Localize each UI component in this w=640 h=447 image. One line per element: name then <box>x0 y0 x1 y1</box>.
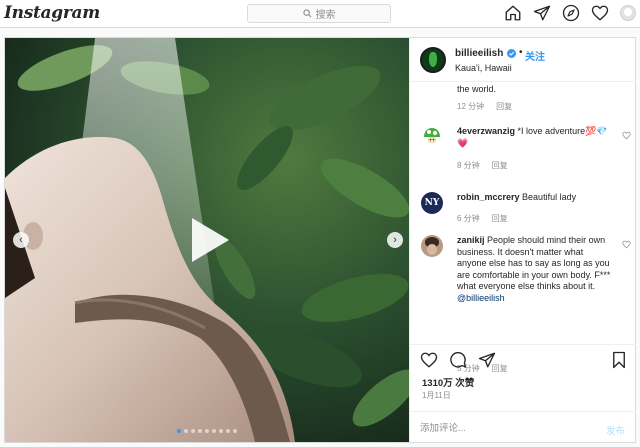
caption-reply-button[interactable]: 回复 <box>496 102 512 111</box>
comment-username[interactable]: zanikij <box>457 235 485 245</box>
comment-reply-button[interactable]: 回复 <box>492 214 508 223</box>
comment-username[interactable]: robin_mccrery <box>457 192 520 202</box>
comment-icon[interactable] <box>449 351 467 369</box>
commenter-avatar[interactable] <box>421 125 443 147</box>
add-comment-bar: 发布 <box>410 411 636 443</box>
activity-heart-icon[interactable] <box>591 4 609 22</box>
comment-time: 6 分钟 <box>457 214 480 223</box>
carousel-dot <box>191 429 195 433</box>
nav-icons <box>504 4 636 22</box>
top-nav: Instagram 搜索 <box>0 0 640 28</box>
carousel-dot <box>226 429 230 433</box>
carousel-dot <box>205 429 209 433</box>
commenter-avatar[interactable]: NY <box>421 192 443 214</box>
comment-body: zanikij People should mind their own bus… <box>457 235 615 304</box>
header-separator: • <box>519 47 523 58</box>
post-comment-button[interactable]: 发布 <box>606 423 625 437</box>
comment-meta: 8 分钟 回复 <box>457 160 508 171</box>
caption-meta: 12 分钟 回复 <box>457 101 512 112</box>
share-icon[interactable] <box>478 351 496 369</box>
chevron-right-icon: › <box>393 233 397 246</box>
likes-count[interactable]: 1310万 次赞 <box>422 375 474 389</box>
comment-like-icon[interactable] <box>622 131 631 140</box>
search-placeholder: 搜索 <box>315 10 336 21</box>
carousel-dots <box>177 429 237 433</box>
action-icons <box>420 351 496 369</box>
chevron-left-icon: ‹ <box>19 233 23 246</box>
carousel-dot <box>212 429 216 433</box>
comment-username[interactable]: 4everzwanzig <box>457 126 515 136</box>
carousel-dot <box>219 429 223 433</box>
post-media[interactable]: ‹ › <box>5 38 409 442</box>
post-date: 1月11日 <box>422 391 451 400</box>
comment-input[interactable] <box>420 420 580 436</box>
play-icon[interactable] <box>188 215 232 265</box>
profile-avatar[interactable] <box>620 5 636 21</box>
like-heart-icon[interactable] <box>420 351 438 369</box>
commenter-avatar[interactable] <box>421 235 443 257</box>
caption-time: 12 分钟 <box>457 102 485 111</box>
author-username[interactable]: billieeilish <box>455 48 503 59</box>
direct-message-icon[interactable] <box>533 4 551 22</box>
comment-body: 4everzwanzig *I love adventure💯💎💗 <box>457 126 615 149</box>
carousel-dot <box>184 429 188 433</box>
carousel-dot <box>198 429 202 433</box>
bookmark-icon[interactable] <box>610 351 628 369</box>
post-location[interactable]: Kaua'i, Hawaii <box>455 63 512 73</box>
comment-body: robin_mccrery Beautiful lady <box>457 192 615 204</box>
search-box[interactable]: 搜索 <box>247 4 391 23</box>
carousel-prev-button[interactable]: ‹ <box>13 232 29 248</box>
instagram-logo[interactable]: Instagram <box>4 3 100 23</box>
ny-logo-icon: NY <box>424 198 440 208</box>
comments-list[interactable]: the world. 12 分钟 回复 4everzwanzig *I love … <box>410 83 636 380</box>
explore-icon[interactable] <box>562 4 580 22</box>
verified-badge-icon <box>507 49 516 58</box>
search-icon <box>302 9 311 18</box>
post-side-panel: billieeilish • 关注 Kaua'i, Hawaii the wor… <box>409 38 636 442</box>
comment-text: Beautiful lady <box>522 192 577 202</box>
comment-time: 8 分钟 <box>457 161 480 170</box>
carousel-dot <box>177 429 181 433</box>
comment-reply-button[interactable]: 回复 <box>492 161 508 170</box>
comment-like-icon[interactable] <box>622 240 631 249</box>
follow-button[interactable]: 关注 <box>525 48 545 63</box>
author-avatar[interactable] <box>420 47 446 73</box>
post-card: ‹ › billieeilish • 关注 Kaua'i, Hawaii the… <box>4 37 636 443</box>
comment-mention-link[interactable]: @billieeilish <box>457 293 505 303</box>
mushroom-icon <box>424 128 440 143</box>
caption-tail: the world. <box>457 84 497 94</box>
carousel-next-button[interactable]: › <box>387 232 403 248</box>
carousel-dot <box>233 429 237 433</box>
post-header: billieeilish • 关注 Kaua'i, Hawaii <box>410 38 636 82</box>
post-actions: 1310万 次赞 1月11日 发布 <box>410 344 636 442</box>
home-icon[interactable] <box>504 4 522 22</box>
comment-meta: 6 分钟 回复 <box>457 213 508 224</box>
